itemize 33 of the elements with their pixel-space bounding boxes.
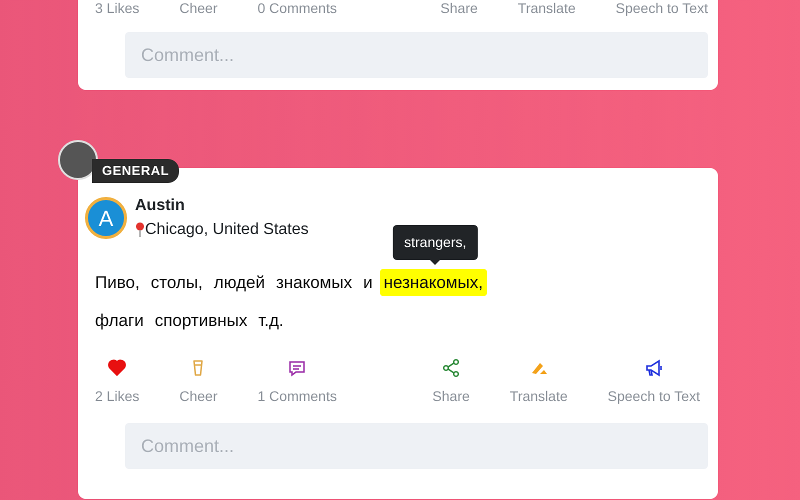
post-word: людей: [214, 272, 265, 294]
action-button[interactable]: Cheer: [179, 358, 218, 407]
action-button[interactable]: Speech to Text: [608, 358, 700, 407]
action-button[interactable]: 0 Comments: [258, 0, 337, 16]
category-label: GENERAL: [92, 159, 180, 182]
action-button[interactable]: Speech to Text: [616, 0, 708, 16]
action-button[interactable]: 3 Likes: [95, 0, 140, 16]
comment-field[interactable]: Comment...: [125, 32, 708, 78]
photo-placeholder: [58, 140, 98, 180]
action-button[interactable]: 2 Likes: [95, 358, 140, 407]
author-location: Chicago, United States: [145, 220, 309, 240]
post-word: спортивных: [154, 310, 248, 332]
action-button[interactable]: Share: [440, 0, 478, 16]
highlighted-word[interactable]: незнакомых,: [380, 269, 487, 296]
pin-icon: [135, 222, 145, 238]
post-word: Пиво,: [95, 272, 140, 294]
post-word: знакомых: [276, 272, 352, 294]
post-word: столы,: [150, 272, 203, 294]
post-word: и: [363, 272, 373, 294]
action-button[interactable]: 1 Comments: [258, 358, 337, 407]
post-word: флаги: [95, 310, 144, 332]
author-name: Austin: [135, 196, 186, 216]
action-button[interactable]: Translate: [518, 0, 576, 16]
action-button[interactable]: Share: [432, 358, 470, 407]
action-button[interactable]: Cheer: [179, 0, 218, 16]
tooltip-arrow: [430, 260, 440, 266]
share-icon: [441, 358, 462, 378]
comment-field[interactable]: Comment...: [125, 423, 708, 469]
post-word: т.д.: [258, 310, 284, 332]
avatar: A: [85, 197, 127, 239]
megaphone-icon: [644, 358, 664, 378]
action-button[interactable]: Translate: [510, 358, 568, 407]
tooltip: strangers,: [393, 225, 478, 260]
